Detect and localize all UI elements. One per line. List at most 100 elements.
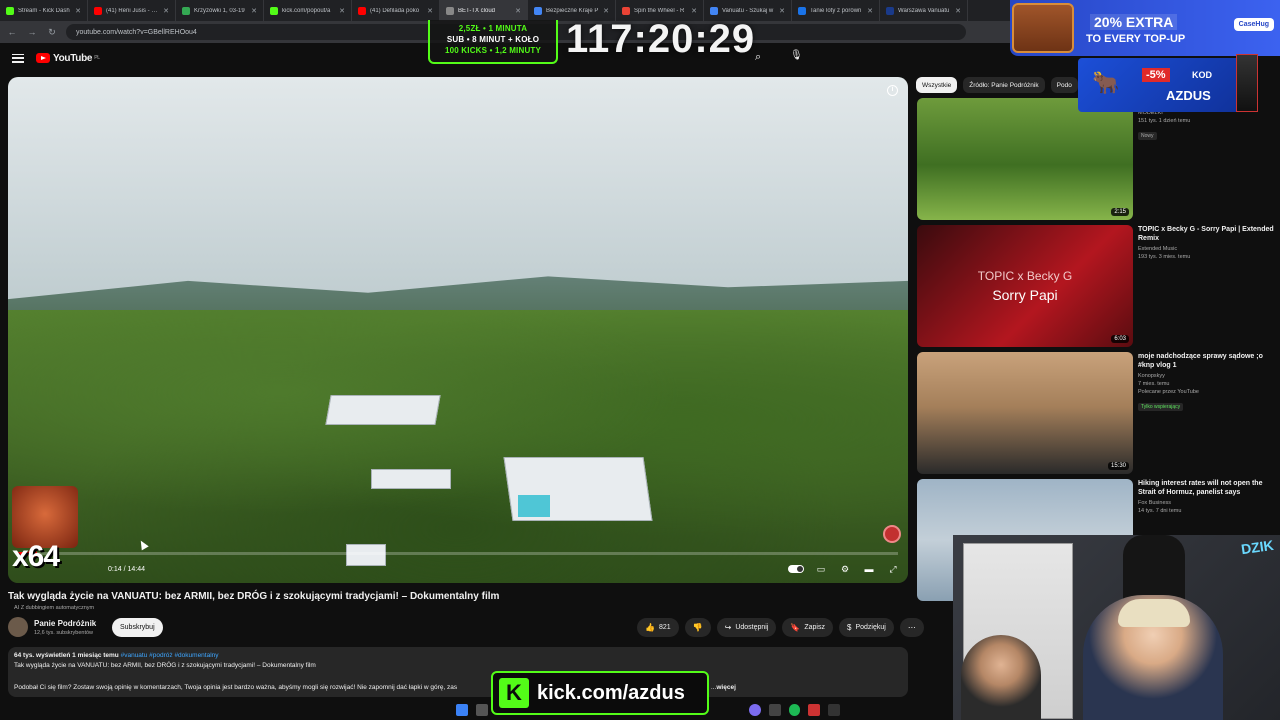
- youtube-logo[interactable]: YouTube PL: [36, 53, 100, 64]
- dollar-icon: $: [847, 623, 852, 632]
- reload-icon[interactable]: ↻: [46, 27, 58, 38]
- recommended-views: 151 tys. 1 dzień temu: [1138, 118, 1191, 124]
- close-icon[interactable]: ✕: [779, 7, 785, 15]
- tab-label: Warszawa Vanuatu: [898, 7, 950, 14]
- browser-tab[interactable]: kick.com/popout/a ✕: [264, 0, 352, 21]
- close-icon[interactable]: ✕: [251, 7, 257, 15]
- share-button[interactable]: ↪ Udostępnij: [716, 618, 777, 637]
- recommended-title[interactable]: Hiking interest rates will not open the …: [1138, 479, 1278, 497]
- theater-mode-icon[interactable]: ▬: [862, 563, 876, 575]
- hamburger-menu-icon[interactable]: [12, 53, 24, 63]
- description-box[interactable]: 64 tys. wyświetleń 1 miesiąc temu #vanua…: [8, 647, 908, 697]
- close-icon[interactable]: ✕: [955, 7, 961, 15]
- recommended-title[interactable]: moje nadchodzące sprawy sądowe ;o #knp v…: [1138, 352, 1278, 370]
- microphone-icon[interactable]: 🎙: [790, 50, 803, 61]
- time-display: 0:14 / 14:44: [108, 566, 145, 573]
- settings-gear-icon[interactable]: ⚙: [838, 563, 852, 575]
- filter-chip[interactable]: Podo: [1050, 77, 1078, 93]
- discount-percent: -5%: [1142, 68, 1170, 82]
- fullscreen-icon[interactable]: ⤢: [886, 563, 900, 575]
- show-more-link[interactable]: więcej: [716, 684, 736, 691]
- recommended-badge: Nowy: [1138, 132, 1157, 140]
- search-icon[interactable]: [475, 704, 488, 716]
- promo-subline: TO EVERY TOP-UP: [1086, 33, 1186, 45]
- like-count: 821: [658, 624, 671, 631]
- browser-tab[interactable]: BET-TX cloud ✕: [440, 0, 528, 21]
- thanks-label: Podziękuj: [855, 624, 886, 631]
- channel-name[interactable]: Panie Podróżnik: [34, 619, 96, 628]
- filter-chip[interactable]: Wszystkie: [916, 77, 958, 93]
- close-icon[interactable]: ✕: [163, 7, 169, 15]
- emote-face: [12, 486, 78, 548]
- video-thumbnail[interactable]: 2:15: [917, 98, 1133, 220]
- recommended-title[interactable]: TOPIC x Becky G - Sorry Papi | Extended …: [1138, 225, 1278, 243]
- more-actions-button[interactable]: ⋯: [899, 618, 924, 637]
- back-icon[interactable]: ←: [6, 27, 18, 37]
- filter-chip[interactable]: Źródło: Panie Podróżnik: [963, 77, 1045, 93]
- hashtags[interactable]: #vanuatu #podróż #dokumentalny: [121, 652, 219, 659]
- promo-headline: 20% EXTRA: [1090, 14, 1178, 30]
- save-button[interactable]: 🔖 Zapisz: [782, 618, 833, 637]
- video-player[interactable]: i 0:14 / 14:44 ▭ ⚙ ▬ ⤢: [8, 77, 908, 583]
- url-text: youtube.com/watch?v=GBellREHOou4: [76, 28, 197, 36]
- subscribe-button[interactable]: Subskrybuj: [112, 618, 163, 637]
- recommended-channel[interactable]: Extended Music: [1138, 246, 1278, 252]
- progress-bar[interactable]: [18, 549, 898, 558]
- dislike-button[interactable]: 👎: [684, 618, 711, 637]
- spotify-icon[interactable]: [788, 704, 801, 716]
- app-icon[interactable]: [808, 704, 821, 716]
- browser-tab[interactable]: Stream - Kick Dash ✕: [0, 0, 88, 21]
- browser-tab[interactable]: Krzyżówki 1, 03-19 ✕: [176, 0, 264, 21]
- close-icon[interactable]: ✕: [691, 7, 697, 15]
- bookmark-icon: 🔖: [790, 623, 801, 632]
- browser-tab[interactable]: Tanie loty z porówn ✕: [792, 0, 880, 21]
- close-icon[interactable]: ✕: [603, 7, 609, 15]
- browser-tab[interactable]: (41) Defilada poko ✕: [352, 0, 440, 21]
- recommended-video[interactable]: 15:30 moje nadchodzące sprawy sądowe ;o #…: [917, 352, 1279, 474]
- video-thumbnail[interactable]: TOPIC x Becky G Sorry Papi 6:03: [917, 225, 1133, 347]
- tab-label: (41) Reni Jusis - Cre: [106, 7, 160, 14]
- webcam-overlay: DZIK: [953, 535, 1280, 720]
- windows-start-icon[interactable]: [456, 704, 468, 716]
- autoplay-toggle[interactable]: [788, 565, 804, 573]
- tab-label: Tanie loty z porówn: [810, 7, 862, 14]
- thanks-button[interactable]: $ Podziękuj: [839, 618, 894, 637]
- discord-icon[interactable]: [749, 704, 761, 716]
- channel-avatar[interactable]: [8, 617, 28, 637]
- info-icon[interactable]: i: [887, 85, 898, 96]
- recommended-channel[interactable]: Fox Business: [1138, 500, 1278, 506]
- goal-line: 100 KICKS • 1,2 MINUTY: [444, 46, 542, 55]
- close-icon[interactable]: ✕: [75, 7, 81, 15]
- stream-emote-overlay: x64: [10, 486, 82, 576]
- search-icon[interactable]: ⌕: [755, 51, 761, 64]
- channel-watermark-icon[interactable]: [883, 525, 901, 543]
- recommended-badge: Tylko wspierający: [1138, 403, 1184, 411]
- recommended-channel[interactable]: Konopskyy: [1138, 373, 1278, 379]
- browser-tab[interactable]: Warszawa Vanuatu ✕: [880, 0, 968, 21]
- video-duration: 2:15: [1111, 208, 1129, 216]
- close-icon[interactable]: ✕: [339, 7, 345, 15]
- tab-favicon-icon: [446, 6, 454, 15]
- close-icon[interactable]: ✕: [867, 7, 873, 15]
- recommended-video[interactable]: 2:15Vlodarski)MODELKI151 tys. 1 dzień te…: [917, 98, 1279, 220]
- close-icon[interactable]: ✕: [427, 7, 433, 15]
- thumbs-down-icon: 👎: [692, 623, 703, 632]
- tab-favicon-icon: [534, 6, 542, 15]
- description-line: Tak wygląda życie na VANUATU: bez ARMII,…: [14, 662, 316, 669]
- recommended-video[interactable]: TOPIC x Becky G Sorry Papi 6:03 TOPIC x Bec…: [917, 225, 1279, 347]
- close-icon[interactable]: ✕: [515, 7, 521, 15]
- tab-favicon-icon: [270, 6, 278, 15]
- terminal-icon[interactable]: [828, 704, 840, 716]
- video-house: [371, 469, 451, 489]
- tab-label: Stream - Kick Dash: [18, 7, 70, 14]
- like-button[interactable]: 👍 821: [637, 618, 679, 637]
- dubbing-label: AI Z dubbingiem automatycznym: [14, 605, 95, 611]
- video-thumbnail[interactable]: 15:30: [917, 352, 1133, 474]
- subtitles-icon[interactable]: ▭: [814, 563, 828, 575]
- thumbnail-text: Sorry Papi: [992, 287, 1058, 303]
- tab-favicon-icon: [622, 6, 630, 15]
- forward-icon[interactable]: →: [26, 27, 38, 37]
- save-label: Zapisz: [804, 624, 825, 631]
- browser-tab[interactable]: (41) Reni Jusis - Cre ✕: [88, 0, 176, 21]
- app-icon[interactable]: [768, 704, 781, 716]
